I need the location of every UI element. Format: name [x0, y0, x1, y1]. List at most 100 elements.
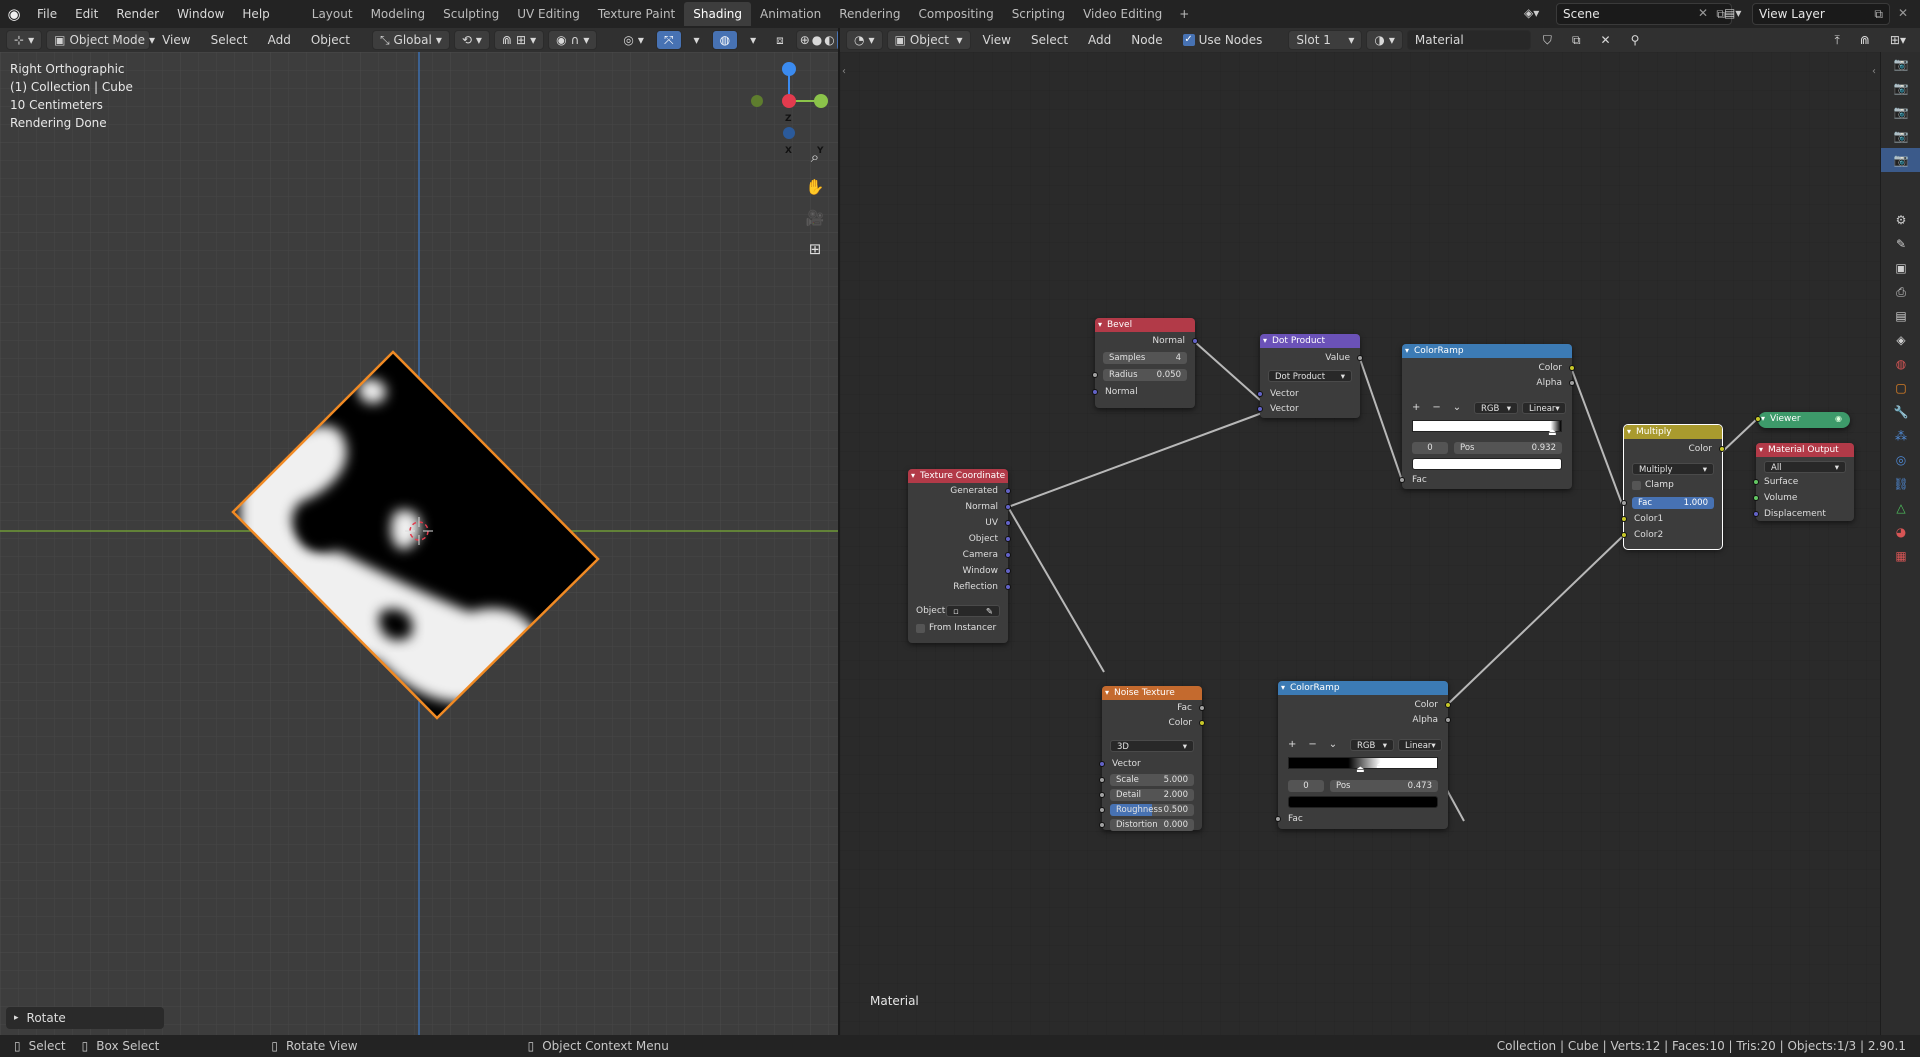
render-layer-2-icon[interactable]: 📷 [1881, 76, 1920, 100]
texcoord-reflection-socket[interactable] [1005, 584, 1011, 590]
node-viewer[interactable]: Viewer ◉ [1755, 412, 1850, 428]
viewer-eye-icon[interactable]: ◉ [1835, 414, 1842, 423]
active-tool-tab-icon[interactable]: ⚙ [1881, 208, 1920, 232]
ramp1-interp-dropdown[interactable]: Linear ▾ [1522, 402, 1566, 414]
noise-scale-socket[interactable] [1099, 777, 1105, 783]
node-bevel[interactable]: Bevel Normal Samples 4 Radius 0.050 Normal [1092, 318, 1198, 408]
node-menu-select[interactable]: Select [1023, 30, 1076, 50]
ortho-grid-icon[interactable]: ⊞ [802, 236, 828, 262]
render-layer-5-icon[interactable]: 📷 [1881, 148, 1920, 172]
node-dot-title[interactable]: Dot Product [1260, 334, 1360, 348]
object-tab-icon[interactable]: ▢ [1881, 376, 1920, 400]
noise-color-out-socket[interactable] [1199, 720, 1205, 726]
pin-icon[interactable]: ⚲ [1623, 30, 1648, 50]
viewport-menu-object[interactable]: Object [303, 30, 358, 50]
render-layer-1-icon[interactable]: 📷 [1881, 52, 1920, 76]
view-layer-tab-icon[interactable]: ▤ [1881, 304, 1920, 328]
ramp1-add-stop-icon[interactable]: + [1412, 402, 1420, 413]
node-colorramp-2[interactable]: ColorRamp Color Alpha + − ⌄ RGB▾ Linear▾… [1275, 681, 1451, 829]
orientation-selector[interactable]: ⤡ Global ▾ [371, 30, 450, 50]
texcoord-normal-socket[interactable] [1005, 504, 1011, 510]
texture-tab-icon[interactable]: ▦ [1881, 544, 1920, 568]
ramp2-add-stop-icon[interactable]: + [1288, 739, 1296, 750]
multiply-blend-dropdown[interactable]: Multiply ▾ [1632, 463, 1714, 475]
tab-texture-paint[interactable]: Texture Paint [589, 2, 684, 26]
unlink-material-icon[interactable]: ✕ [1593, 30, 1619, 50]
noise-roughness-field[interactable]: Roughness 0.500 [1110, 804, 1194, 816]
node-noise-texture[interactable]: Noise Texture Fac Color 3D▾ Vector Scale… [1099, 686, 1205, 831]
shader-type-selector[interactable]: ▣ Object ▾ [886, 30, 971, 50]
ramp1-color-out-socket[interactable] [1569, 365, 1575, 371]
tab-video-editing[interactable]: Video Editing [1074, 2, 1171, 26]
noise-vector-in-socket[interactable] [1099, 761, 1105, 767]
solid-shading-icon[interactable]: ● [812, 30, 822, 50]
ramp2-stop-index[interactable]: 0 [1288, 780, 1324, 792]
node-editor-type-button[interactable]: ◔ ▾ [846, 30, 883, 50]
bevel-samples-field[interactable]: Samples 4 [1103, 352, 1187, 364]
noise-dimensions-dropdown[interactable]: 3D ▾ [1110, 740, 1194, 752]
tab-animation[interactable]: Animation [751, 2, 830, 26]
ramp2-color-out-socket[interactable] [1445, 702, 1451, 708]
texcoord-camera-socket[interactable] [1005, 552, 1011, 558]
tab-modeling[interactable]: Modeling [362, 2, 435, 26]
parent-node-tree-icon[interactable]: ⤒ [1827, 30, 1848, 50]
noise-detail-socket[interactable] [1099, 792, 1105, 798]
node-dot-product[interactable]: Dot Product Value Dot Product▾ Vector Ve… [1257, 334, 1363, 418]
gizmo-x-label[interactable]: X [785, 146, 792, 156]
ramp1-stop-color[interactable] [1412, 458, 1562, 470]
ramp1-remove-stop-icon[interactable]: − [1432, 402, 1440, 413]
texcoord-window-socket[interactable] [1005, 568, 1011, 574]
proportional-edit-button[interactable]: ◉ ∩ ▾ [548, 30, 598, 50]
menu-help[interactable]: Help [233, 0, 278, 28]
node-menu-view[interactable]: View [975, 30, 1019, 50]
ramp1-mode-dropdown[interactable]: RGB ▾ [1474, 402, 1518, 414]
node-colorramp-1[interactable]: ColorRamp Color Alpha + − ⌄ RGB▾ Linear▾… [1399, 344, 1575, 489]
zoom-icon[interactable]: ⌕ [802, 144, 828, 170]
ramp1-gradient[interactable] [1412, 420, 1562, 432]
tab-uv-editing[interactable]: UV Editing [508, 2, 589, 26]
ramp2-fac-in-socket[interactable] [1275, 816, 1281, 822]
ramp2-stop-color[interactable] [1288, 796, 1438, 808]
node-multiply[interactable]: Multiply Color Multiply▾ Clamp Fac1.000 … [1621, 424, 1725, 550]
pan-hand-icon[interactable]: ✋ [802, 174, 828, 200]
multiply-color-out-socket[interactable] [1719, 446, 1725, 452]
constraints-tab-icon[interactable]: ⛓ [1881, 472, 1920, 496]
wireframe-shading-icon[interactable]: ⊕ [800, 30, 810, 50]
texcoord-title[interactable]: Texture Coordinate [908, 469, 1008, 483]
dot-value-out-socket[interactable] [1357, 355, 1363, 361]
add-workspace-icon[interactable]: + [1171, 2, 1197, 26]
texcoord-uv-socket[interactable] [1005, 520, 1011, 526]
material-shading-icon[interactable]: ◐ [824, 30, 834, 50]
eyedropper-icon[interactable]: ✎ [986, 606, 993, 617]
ramp2-alpha-out-socket[interactable] [1445, 717, 1451, 723]
noise-scale-field[interactable]: Scale 5.000 [1110, 774, 1194, 786]
render-layer-3-icon[interactable]: 📷 [1881, 100, 1920, 124]
multiply-fac-socket[interactable] [1621, 500, 1627, 506]
ramp1-menu-icon[interactable]: ⌄ [1453, 402, 1461, 413]
bevel-normal-out-socket[interactable] [1192, 338, 1198, 344]
data-tab-icon[interactable]: △ [1881, 496, 1920, 520]
tab-sculpting[interactable]: Sculpting [434, 2, 508, 26]
last-operator-panel[interactable]: ▸ Rotate [6, 1007, 164, 1029]
node-menu-node[interactable]: Node [1123, 30, 1170, 50]
camera-view-icon[interactable]: 🎥 [802, 205, 828, 231]
ramp2-interp-dropdown[interactable]: Linear ▾ [1398, 739, 1442, 751]
node-snap-icon[interactable]: ⋒ [1852, 30, 1878, 50]
multiply-clamp-checkbox[interactable]: Clamp [1632, 480, 1674, 490]
dot-operation-dropdown[interactable]: Dot Product ▾ [1268, 370, 1352, 382]
noise-distortion-socket[interactable] [1099, 822, 1105, 828]
dot-vector1-in-socket[interactable] [1257, 391, 1263, 397]
node-bevel-title[interactable]: Bevel [1095, 318, 1195, 332]
menu-file[interactable]: File [28, 0, 66, 28]
material-tab-icon[interactable]: ◕ [1881, 520, 1920, 544]
viewport-menu-select[interactable]: Select [203, 30, 256, 50]
ramp1-pos-field[interactable]: Pos 0.932 [1454, 442, 1562, 454]
render-layer-4-icon[interactable]: 📷 [1881, 124, 1920, 148]
node-texture-coordinate[interactable]: Texture Coordinate Generated Normal UV O… [908, 469, 1011, 643]
viewport-menu-add[interactable]: Add [260, 30, 299, 50]
new-view-layer-icon[interactable]: ⧉ [1874, 7, 1883, 22]
tab-shading[interactable]: Shading [684, 2, 751, 26]
tool-tab-icon[interactable]: ✎ [1881, 232, 1920, 256]
menu-edit[interactable]: Edit [66, 0, 107, 28]
output-surface-socket[interactable] [1753, 479, 1759, 485]
